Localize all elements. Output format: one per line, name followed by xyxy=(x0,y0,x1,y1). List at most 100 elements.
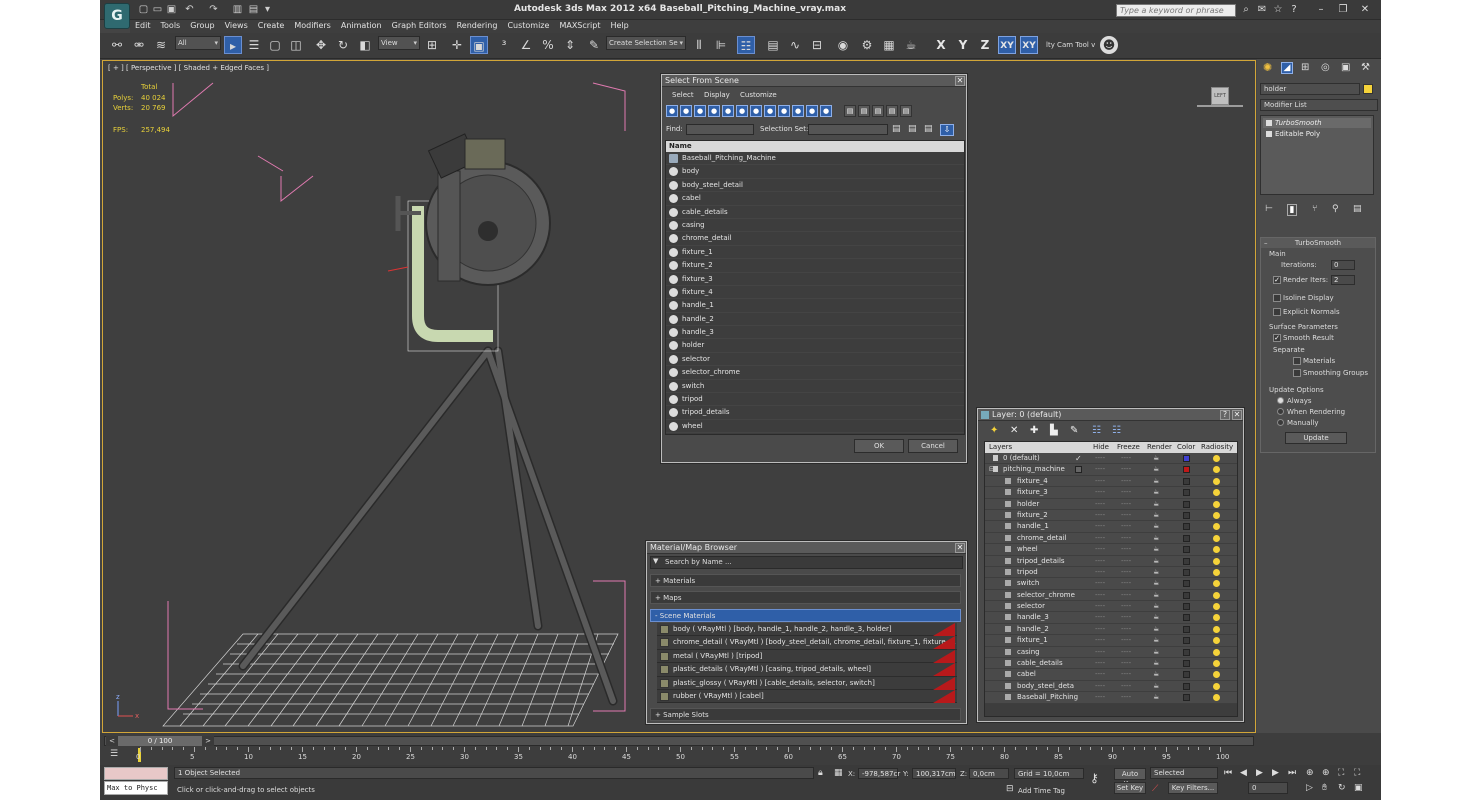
radiosity-bulb-icon[interactable] xyxy=(1213,671,1220,679)
play-icon[interactable]: ▶ xyxy=(1256,768,1263,778)
radiosity-bulb-icon[interactable] xyxy=(1213,500,1220,508)
materials-checkbox[interactable] xyxy=(1293,357,1301,365)
scene-object-row[interactable]: body xyxy=(666,165,964,179)
make-unique-icon[interactable]: ⑂ xyxy=(1312,204,1317,214)
update-button[interactable]: Update xyxy=(1285,432,1347,444)
isoline-checkbox[interactable] xyxy=(1273,294,1281,302)
radiosity-bulb-icon[interactable] xyxy=(1213,568,1220,576)
z-coord-field[interactable]: 0,0cm xyxy=(969,768,1009,779)
hide-toggle[interactable]: ---- xyxy=(1095,567,1105,578)
scene-object-row[interactable]: wheel xyxy=(666,420,964,434)
material-browser-close-icon[interactable]: ✕ xyxy=(955,543,965,553)
display-spacewarps-icon[interactable]: ● xyxy=(736,105,748,117)
x-coord-field[interactable]: -978,587cr xyxy=(858,768,900,779)
freeze-toggle[interactable]: ---- xyxy=(1121,624,1131,635)
motion-tab-icon[interactable]: ◎ xyxy=(1321,62,1330,73)
hide-toggle[interactable]: ---- xyxy=(1095,601,1105,612)
close-icon[interactable]: ✕ xyxy=(1358,3,1372,16)
zoom-all-icon[interactable]: ⊕ xyxy=(1322,768,1330,778)
hide-toggle[interactable]: ---- xyxy=(1095,590,1105,601)
scene-object-row[interactable]: switch xyxy=(666,380,964,394)
next-frame-icon[interactable]: ▶ xyxy=(1272,768,1279,778)
scene-object-row[interactable]: chrome_detail xyxy=(666,232,964,246)
set-key-icon[interactable]: ⚷ xyxy=(1090,771,1099,785)
freeze-toggle[interactable]: ---- xyxy=(1121,556,1131,567)
menu-edit[interactable]: Edit xyxy=(130,20,156,32)
axis-xy-button[interactable]: XY xyxy=(998,36,1016,54)
color-column-header[interactable]: Color xyxy=(1177,442,1195,453)
radiosity-bulb-icon[interactable] xyxy=(1213,603,1220,611)
render-toggle-icon[interactable]: ☕ xyxy=(1153,601,1159,612)
radiosity-column-header[interactable]: Radiosity xyxy=(1201,442,1233,453)
key-mode-dropdown[interactable]: Selected xyxy=(1150,767,1218,779)
render-toggle-icon[interactable]: ☕ xyxy=(1153,624,1159,635)
layer-row[interactable]: fixture_4 ---- ---- ☕ xyxy=(985,475,1237,488)
radiosity-bulb-icon[interactable] xyxy=(1213,648,1220,656)
cancel-button[interactable]: Cancel xyxy=(908,439,958,453)
axis-z-button[interactable]: Z xyxy=(976,36,994,54)
radiosity-bulb-icon[interactable] xyxy=(1213,682,1220,690)
manually-radio[interactable] xyxy=(1277,419,1284,426)
render-iters-spinner[interactable]: 2 xyxy=(1331,275,1355,285)
always-radio[interactable] xyxy=(1277,397,1284,404)
hide-toggle[interactable]: ---- xyxy=(1095,669,1105,680)
filter-icon[interactable]: ▤ xyxy=(886,105,898,117)
layer-color-swatch[interactable] xyxy=(1183,580,1190,588)
render-toggle-icon[interactable]: ☕ xyxy=(1153,647,1159,658)
freeze-toggle[interactable]: ---- xyxy=(1121,533,1131,544)
selection-set-dropdown[interactable] xyxy=(808,124,888,135)
snap-toggle-icon[interactable]: ³ xyxy=(495,36,513,54)
hide-all-icon[interactable]: ☷ xyxy=(1092,425,1101,436)
hide-toggle[interactable]: ---- xyxy=(1095,510,1105,521)
go-to-end-icon[interactable]: ⏭ xyxy=(1288,768,1296,778)
find-input[interactable] xyxy=(686,124,754,135)
layer-row[interactable]: handle_1 ---- ---- ☕ xyxy=(985,521,1237,533)
auto-key-button[interactable]: Auto Key xyxy=(1114,768,1146,788)
display-hidden-icon[interactable]: ● xyxy=(820,105,832,117)
unlink-icon[interactable]: ⚮ xyxy=(130,36,148,54)
display-tab-icon[interactable]: ▣ xyxy=(1341,62,1350,73)
menu-tools[interactable]: Tools xyxy=(156,20,186,32)
scene-object-row[interactable]: handle_1 xyxy=(666,299,964,313)
display-helpers-icon[interactable]: ● xyxy=(722,105,734,117)
select-and-link-icon[interactable]: ⚯ xyxy=(108,36,126,54)
hide-toggle[interactable]: ---- xyxy=(1095,612,1105,623)
orbit-icon[interactable]: ↻ xyxy=(1338,783,1346,793)
scene-object-row[interactable]: Baseball_Pitching_Machine xyxy=(666,152,964,166)
scene-object-row[interactable]: selector xyxy=(666,353,964,367)
layer-row[interactable]: Baseball_Pitching ---- ---- ☕ xyxy=(985,692,1237,704)
freeze-toggle[interactable]: ---- xyxy=(1121,521,1131,532)
menu-modifiers[interactable]: Modifiers xyxy=(289,20,336,32)
smoothing-groups-checkbox[interactable] xyxy=(1293,369,1301,377)
radiosity-bulb-icon[interactable] xyxy=(1213,591,1220,599)
layers-column-header[interactable]: Layers xyxy=(989,442,1012,453)
mirror-icon[interactable]: ⫴ xyxy=(690,36,708,54)
select-from-scene-title[interactable]: Select From Scene xyxy=(662,75,966,87)
show-end-result-icon[interactable]: ▮ xyxy=(1287,204,1297,216)
menu-group[interactable]: Group xyxy=(185,20,219,32)
freeze-toggle[interactable]: ---- xyxy=(1121,612,1131,623)
align-icon[interactable]: ⊫ xyxy=(712,36,730,54)
menu-customize[interactable]: Customize xyxy=(502,20,554,32)
layer-color-swatch[interactable] xyxy=(1183,546,1190,554)
render-toggle-icon[interactable]: ☕ xyxy=(1153,658,1159,669)
display-frozen-icon[interactable]: ● xyxy=(806,105,818,117)
freeze-toggle[interactable]: ---- xyxy=(1121,692,1131,703)
set-current-layer-box[interactable] xyxy=(1075,466,1082,474)
display-bones-icon[interactable]: ● xyxy=(778,105,790,117)
select-menu-select[interactable]: Select xyxy=(672,91,694,99)
layer-help-icon[interactable]: ? xyxy=(1220,410,1230,420)
time-slider-prev-icon[interactable]: < xyxy=(106,736,118,746)
sel-set-sync-icon[interactable]: ⇩ xyxy=(940,124,954,136)
layer-color-swatch[interactable] xyxy=(1183,637,1190,645)
layer-dialog-close-icon[interactable]: ✕ xyxy=(1232,410,1242,420)
rect-selection-icon[interactable]: ▢ xyxy=(266,36,284,54)
edit-named-selection-icon[interactable]: ✎ xyxy=(585,36,603,54)
material-editor-icon[interactable]: ◉ xyxy=(834,36,852,54)
hide-toggle[interactable]: ---- xyxy=(1095,464,1105,475)
scene-object-row[interactable]: handle_3 xyxy=(666,326,964,340)
render-setup-icon[interactable]: ⚙ xyxy=(858,36,876,54)
freeze-toggle[interactable]: ---- xyxy=(1121,544,1131,555)
freeze-toggle[interactable]: ---- xyxy=(1121,658,1131,669)
layer-color-swatch[interactable] xyxy=(1183,511,1190,519)
